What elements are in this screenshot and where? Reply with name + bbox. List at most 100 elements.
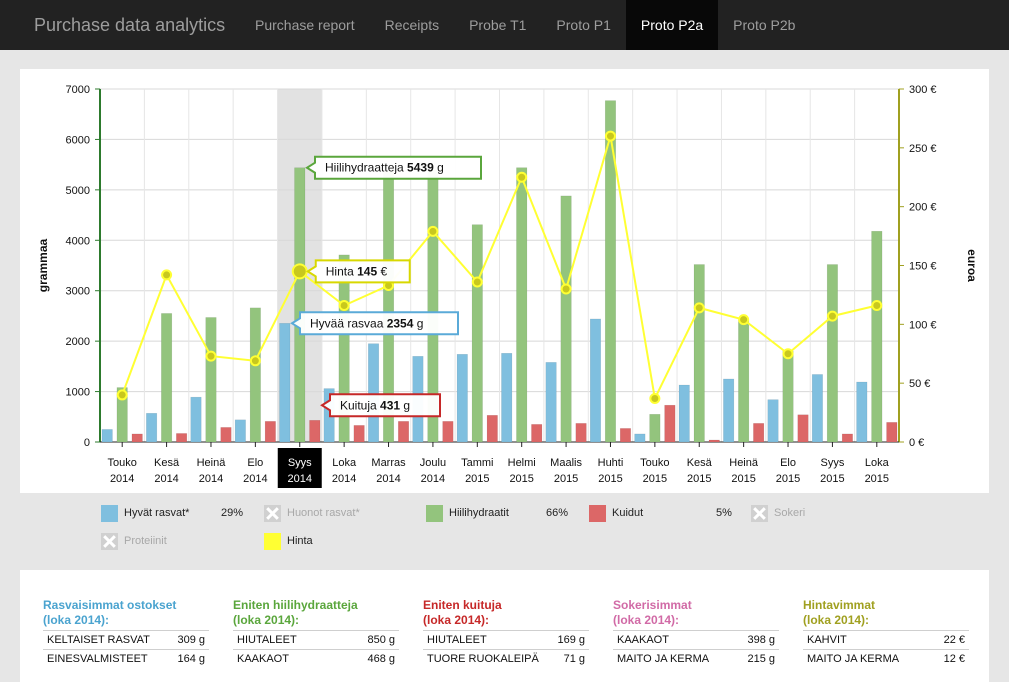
legend-percent: 66% bbox=[546, 507, 569, 519]
x-tick-label: Helmi bbox=[508, 457, 536, 469]
legend-label: Kuidut bbox=[612, 507, 644, 519]
bar bbox=[826, 264, 838, 443]
tooltip-hiilihydraatit: Hiilihydraatteja 5439 g bbox=[305, 155, 482, 180]
stat-title: Hintavimmat (loka 2014): bbox=[803, 598, 876, 627]
x-tick-label: Huhti bbox=[598, 457, 624, 469]
legend-item-sokeri[interactable]: Sokeri bbox=[751, 504, 805, 522]
x-tick-label: Syys bbox=[288, 457, 312, 469]
bar bbox=[471, 224, 483, 443]
x-tick-label: Syys bbox=[820, 457, 844, 469]
table-row: TUORE RUOKALEIPÄ 71 g bbox=[423, 649, 589, 668]
legend-item-hyvat-rasvat[interactable]: Hyvät rasvat* 29% bbox=[101, 504, 243, 522]
stat-most-fiber: Eniten kuituja (loka 2014): HIUTALEET 169 … bbox=[423, 598, 589, 668]
y-right-tick-label: 300 € bbox=[909, 84, 937, 96]
stat-table: KAHVIT 22 € MAITO JA KERMA 12 € bbox=[803, 630, 969, 668]
table-row: EINESVALMISTEET 164 g bbox=[43, 649, 209, 668]
tab-receipts[interactable]: Receipts bbox=[370, 0, 454, 50]
price-point bbox=[471, 276, 483, 288]
tooltip-hyvtrasvat: Hyvää rasvaa 2354 g bbox=[290, 311, 459, 336]
bar bbox=[856, 381, 868, 443]
bar bbox=[176, 433, 188, 443]
y-left-tick-label: 2000 bbox=[66, 336, 90, 348]
x-tick-label: 2015 bbox=[776, 473, 800, 485]
legend-label: Hyvät rasvat* bbox=[124, 507, 190, 519]
bar bbox=[309, 420, 321, 443]
y-right-tick-label: 200 € bbox=[909, 202, 937, 214]
stat-title: Sokerisimmat (loka 2014): bbox=[613, 598, 692, 627]
legend-item-proteiinit[interactable]: Proteiinit bbox=[101, 532, 167, 550]
bar bbox=[708, 439, 720, 443]
bar bbox=[234, 419, 246, 443]
x-tick-label: 2015 bbox=[643, 473, 667, 485]
price-point bbox=[516, 171, 528, 183]
tab-purchase-report[interactable]: Purchase report bbox=[240, 0, 370, 50]
tab-proto-p2b[interactable]: Proto P2b bbox=[718, 0, 810, 50]
price-point bbox=[693, 302, 705, 314]
bar bbox=[161, 313, 173, 443]
price-point bbox=[427, 225, 439, 237]
stat-title: Eniten kuituja (loka 2014): bbox=[423, 598, 502, 627]
stat-most-expensive: Hintavimmat (loka 2014): KAHVIT 22 € MAITO… bbox=[803, 598, 969, 668]
tab-proto-p1[interactable]: Proto P1 bbox=[541, 0, 625, 50]
legend-swatch bbox=[264, 532, 281, 550]
x-tick-label: 2014 bbox=[288, 473, 312, 485]
bar bbox=[678, 384, 690, 443]
price-point bbox=[338, 300, 350, 312]
y-right-axis-title: euroa bbox=[965, 249, 979, 282]
x-tick-label: 2014 bbox=[110, 473, 134, 485]
bar bbox=[619, 428, 631, 443]
stat-table: KELTAISET RASVAT 309 g EINESVALMISTEET 164… bbox=[43, 630, 209, 668]
bar bbox=[456, 354, 468, 443]
x-tick-label: 2015 bbox=[509, 473, 533, 485]
stat-title: Eniten hiilihydraatteja (loka 2014): bbox=[233, 598, 358, 627]
price-point bbox=[205, 350, 217, 362]
legend-item-hinta[interactable]: Hinta bbox=[264, 532, 313, 550]
tab-probe-t1[interactable]: Probe T1 bbox=[454, 0, 541, 50]
legend-item-huonot-rasvat[interactable]: Huonot rasvat* bbox=[264, 504, 360, 522]
y-left-tick-label: 3000 bbox=[66, 286, 90, 298]
bar bbox=[782, 350, 794, 443]
bar bbox=[886, 422, 898, 443]
x-tick-label: 2015 bbox=[554, 473, 578, 485]
x-tick-label: 2014 bbox=[243, 473, 267, 485]
table-row: KAAKAOT 398 g bbox=[613, 630, 779, 650]
bar bbox=[634, 433, 646, 443]
y-left-tick-label: 7000 bbox=[66, 84, 90, 96]
disabled-x-icon bbox=[101, 532, 118, 550]
nav-tabs: Purchase report Receipts Probe T1 Proto … bbox=[240, 0, 810, 50]
tab-proto-p2a[interactable]: Proto P2a bbox=[625, 0, 719, 50]
legend-label: Proteiinit bbox=[124, 535, 167, 547]
legend-item-kuidut[interactable]: Kuidut 5% bbox=[589, 504, 732, 522]
x-tick-label: Elo bbox=[247, 457, 263, 469]
table-row: MAITO JA KERMA 12 € bbox=[803, 649, 969, 668]
stat-most-carbs: Eniten hiilihydraatteja (loka 2014): HIUT… bbox=[233, 598, 399, 668]
y-right-tick-label: 250 € bbox=[909, 143, 937, 155]
legend-swatch bbox=[101, 504, 118, 522]
price-point bbox=[738, 314, 750, 326]
bar bbox=[811, 374, 823, 443]
x-tick-label: Tammi bbox=[461, 457, 493, 469]
legend-label: Hinta bbox=[287, 535, 313, 547]
bar bbox=[398, 421, 410, 443]
table-row: MAITO JA KERMA 215 g bbox=[613, 649, 779, 668]
x-tick-label: Kesä bbox=[687, 457, 713, 469]
legend-item-hiilihydraatit[interactable]: Hiilihydraatit 66% bbox=[426, 504, 568, 522]
table-row: HIUTALEET 850 g bbox=[233, 630, 399, 650]
top-purchases-panel: Rasvaisimmat ostokset (loka 2014): KELTAI… bbox=[20, 570, 989, 682]
price-point bbox=[291, 263, 308, 280]
bar bbox=[589, 318, 601, 443]
x-tick-label: Heinä bbox=[729, 457, 759, 469]
price-point bbox=[560, 283, 572, 295]
bar bbox=[516, 167, 528, 443]
bar bbox=[101, 429, 113, 443]
bar bbox=[501, 352, 513, 443]
bar bbox=[249, 307, 261, 443]
app-title[interactable]: Purchase data analytics bbox=[34, 0, 225, 50]
bar bbox=[560, 195, 572, 443]
x-tick-label: Touko bbox=[640, 457, 669, 469]
y-left-tick-label: 0 bbox=[84, 437, 90, 449]
price-point bbox=[116, 389, 128, 401]
price-point bbox=[161, 269, 173, 281]
y-left-tick-label: 4000 bbox=[66, 235, 90, 247]
price-point bbox=[649, 392, 661, 404]
